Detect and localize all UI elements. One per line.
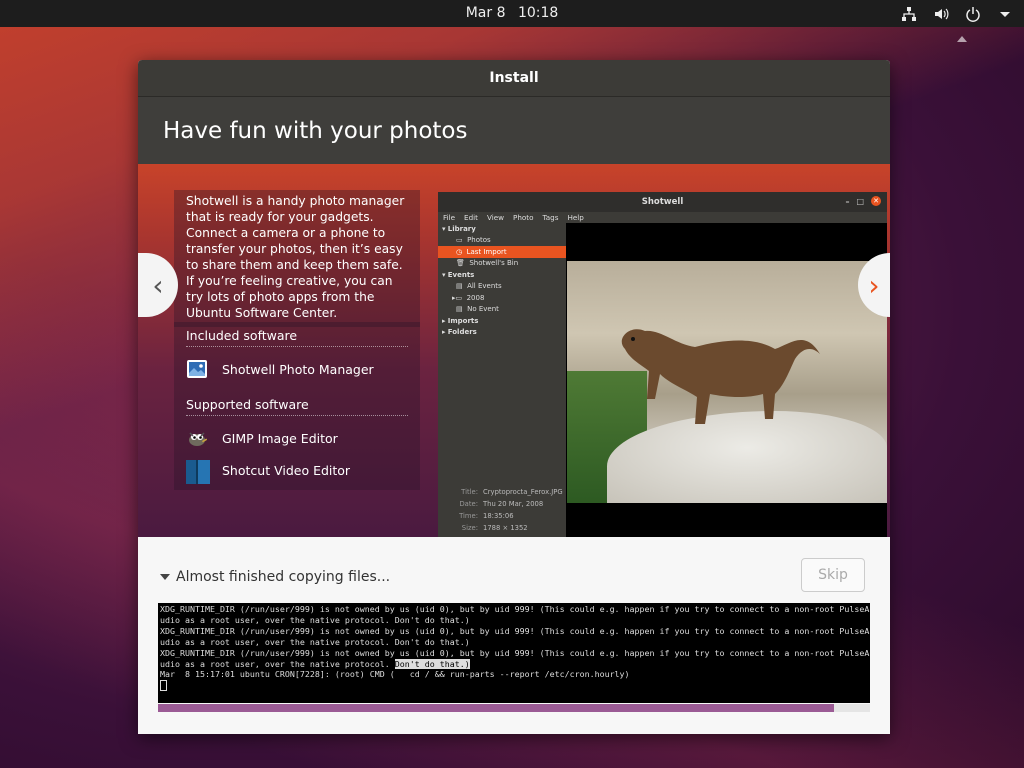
supported-software-heading: Supported software bbox=[186, 397, 408, 416]
events-icon: ▤ bbox=[456, 282, 463, 291]
fossa-animal bbox=[621, 329, 820, 424]
menu-item: File bbox=[443, 213, 456, 222]
slide-title: Have fun with your photos bbox=[138, 97, 890, 164]
sidebar-imports: ▸ Imports bbox=[442, 316, 479, 325]
clock-icon: ◷ bbox=[456, 247, 463, 256]
slide-description: Shotwell is a handy photo manager that i… bbox=[174, 190, 420, 327]
sidebar-no-event: ▤ No Event bbox=[456, 305, 499, 314]
log-line: udio as a root user, over the native pro… bbox=[160, 658, 470, 669]
minimize-icon: – bbox=[845, 196, 850, 206]
progress-expander[interactable]: Almost finished copying files... bbox=[160, 569, 390, 585]
chevron-right-icon: › bbox=[868, 268, 880, 302]
log-line: XDG_RUNTIME_DIR (/run/user/999) is not o… bbox=[160, 604, 870, 614]
tray-caret-icon bbox=[957, 36, 967, 42]
skip-button[interactable]: Skip bbox=[801, 558, 865, 592]
shotwell-menubar: File Edit View Photo Tags Help bbox=[438, 212, 887, 223]
log-line: Mar 8 15:17:01 ubuntu CRON[7228]: (root)… bbox=[160, 669, 630, 680]
menu-item: Edit bbox=[464, 213, 478, 222]
software-item-gimp: GIMP Image Editor bbox=[186, 424, 408, 452]
log-line: udio as a root user, over the native pro… bbox=[160, 636, 470, 647]
install-progress-area: Almost finished copying files... Skip XD… bbox=[138, 537, 890, 734]
software-panel: Included software Shotwell Photo Manager… bbox=[174, 322, 420, 490]
software-item-label: GIMP Image Editor bbox=[222, 430, 338, 446]
software-item-label: Shotwell Photo Manager bbox=[222, 361, 374, 377]
close-icon: ✕ bbox=[871, 196, 881, 206]
maximize-icon: □ bbox=[856, 196, 864, 206]
sidebar-bin: 🗑 Shotwell's Bin bbox=[456, 259, 519, 268]
log-line: udio as a root user, over the native pro… bbox=[160, 614, 470, 625]
fossa-photo bbox=[567, 261, 887, 503]
system-tray[interactable] bbox=[900, 0, 1014, 27]
volume-icon[interactable] bbox=[932, 5, 950, 23]
expander-arrow-icon bbox=[160, 574, 170, 580]
sidebar-events: ▾ Events bbox=[442, 270, 475, 279]
photos-icon: ▭ bbox=[456, 236, 463, 245]
clock-time: 10:18 bbox=[517, 5, 559, 21]
folder-icon: ▭ bbox=[455, 293, 463, 302]
system-menu-arrow-icon[interactable] bbox=[996, 5, 1014, 23]
install-log-terminal[interactable]: XDG_RUNTIME_DIR (/run/user/999) is not o… bbox=[158, 603, 870, 703]
sidebar-folders: ▸ Folders bbox=[442, 328, 477, 337]
status-text: Almost finished copying files... bbox=[176, 569, 391, 585]
photo-metadata: Title: Cryptoprocta_Ferox.JPG Date: Thu 20… bbox=[459, 488, 563, 532]
log-selection: Don't do that.) bbox=[394, 658, 470, 669]
menu-item: View bbox=[486, 213, 505, 222]
software-item-shotwell: Shotwell Photo Manager bbox=[186, 355, 408, 383]
progress-bar-fill bbox=[158, 704, 835, 712]
clock-date: Mar 8 bbox=[465, 5, 506, 21]
chevron-left-icon: ‹ bbox=[152, 268, 164, 302]
included-software-heading: Included software bbox=[186, 328, 408, 347]
gimp-icon bbox=[186, 427, 208, 449]
window-title: Install bbox=[138, 60, 890, 97]
shotwell-icon bbox=[186, 358, 208, 380]
log-line: XDG_RUNTIME_DIR (/run/user/999) is not o… bbox=[160, 647, 870, 658]
shotwell-titlebar: Shotwell – □ ✕ bbox=[438, 192, 887, 212]
trash-icon: 🗑 bbox=[456, 259, 465, 268]
clock[interactable]: Mar 8 10:18 bbox=[0, 5, 1024, 21]
network-icon[interactable] bbox=[900, 5, 918, 23]
power-icon[interactable] bbox=[964, 5, 982, 23]
shotcut-icon bbox=[186, 459, 210, 484]
menu-item: Help bbox=[567, 213, 584, 222]
slideshow: Shotwell is a handy photo manager that i… bbox=[138, 164, 890, 538]
menu-item: Tags bbox=[542, 213, 559, 222]
terminal-cursor bbox=[160, 680, 868, 692]
software-item-label: Shotcut Video Editor bbox=[222, 462, 351, 478]
log-line: XDG_RUNTIME_DIR (/run/user/999) is not o… bbox=[160, 625, 870, 636]
top-bar: Mar 8 10:18 bbox=[0, 0, 1024, 27]
sidebar-photos: ▭ Photos bbox=[456, 236, 491, 245]
sidebar-year: ▸ ▭ 2008 bbox=[452, 293, 485, 302]
install-progress-bar bbox=[158, 704, 870, 712]
menu-item: Photo bbox=[513, 213, 534, 222]
installer-window: Install Have fun with your photos Shotwe… bbox=[138, 60, 890, 734]
sidebar-last-import: ◷ Last Import bbox=[438, 246, 566, 258]
sidebar-library: ▾ Library bbox=[442, 224, 476, 233]
shotwell-sidebar: ▾ Library ▭ Photos ◷ Last Import 🗑 Shotw… bbox=[438, 223, 566, 538]
shotwell-title: Shotwell bbox=[641, 197, 684, 207]
sidebar-all-events: ▤ All Events bbox=[456, 282, 502, 291]
shotwell-screenshot: Shotwell – □ ✕ File Edit View Photo Tags… bbox=[438, 192, 887, 538]
software-item-shotcut: Shotcut Video Editor bbox=[186, 456, 408, 484]
events-icon: ▤ bbox=[456, 305, 463, 314]
